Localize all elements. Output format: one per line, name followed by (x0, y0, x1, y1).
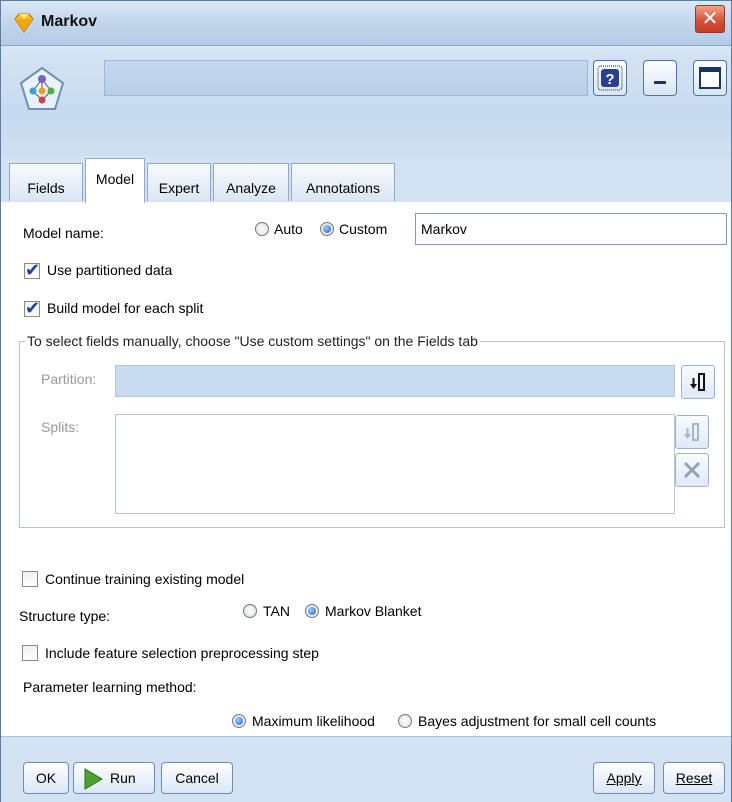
partition-label: Partition: (41, 371, 97, 387)
tab-annotations[interactable]: Annotations (291, 163, 395, 201)
field-picker-icon (690, 373, 705, 391)
maximum-likelihood-label: Maximum likelihood (252, 713, 375, 729)
field-selection-group-title: To select fields manually, choose "Use c… (25, 333, 480, 349)
use-partitioned-checkbox[interactable] (24, 260, 40, 281)
bayes-adjustment-label: Bayes adjustment for small cell counts (418, 713, 657, 729)
markov-blanket-label: Markov Blanket (325, 603, 422, 619)
splits-remove-button[interactable] (675, 453, 709, 487)
run-button-label: Run (110, 770, 136, 786)
maximize-icon (699, 67, 721, 89)
ok-button[interactable]: OK (23, 762, 69, 794)
partition-field[interactable] (115, 365, 675, 397)
tab-expert[interactable]: Expert (147, 163, 211, 201)
bayes-adjustment-radio[interactable] (398, 714, 412, 728)
model-name-input[interactable]: Markov (415, 213, 727, 245)
close-icon[interactable]: ✕ (695, 5, 725, 33)
auto-radio[interactable] (255, 222, 269, 236)
reset-button[interactable]: Reset (663, 762, 725, 794)
splits-label: Splits: (41, 419, 80, 435)
cancel-button[interactable]: Cancel (161, 762, 233, 794)
structure-type-label: Structure type: (19, 608, 111, 624)
tab-model[interactable]: Model (85, 158, 145, 203)
minimize-icon (654, 81, 666, 84)
splits-list[interactable] (115, 414, 675, 514)
help-button[interactable]: ? (593, 60, 627, 96)
node-name-bar (104, 60, 588, 96)
remove-x-icon (683, 461, 701, 479)
bayesian-network-icon (19, 66, 65, 110)
custom-radio[interactable] (320, 222, 334, 236)
use-partitioned-label: Use partitioned data (47, 262, 173, 278)
tan-radio[interactable] (243, 604, 257, 618)
field-picker-icon (684, 423, 699, 441)
partition-select-button[interactable] (681, 365, 715, 399)
parameter-learning-label: Parameter learning method: (23, 679, 197, 695)
auto-radio-label: Auto (274, 221, 303, 237)
splits-select-button[interactable] (675, 415, 709, 449)
continue-training-checkbox[interactable] (22, 571, 38, 587)
window-title: Markov (41, 13, 98, 30)
tan-radio-label: TAN (263, 603, 290, 619)
gem-icon (14, 13, 34, 33)
svg-text:?: ? (605, 71, 614, 88)
title-bar[interactable]: Markov ✕ (1, 1, 731, 46)
continue-training-label: Continue training existing model (45, 571, 245, 587)
maximum-likelihood-radio[interactable] (232, 714, 246, 728)
run-button[interactable]: Run (73, 762, 155, 794)
markov-blanket-radio[interactable] (305, 604, 319, 618)
play-icon (84, 768, 103, 790)
tab-fields[interactable]: Fields (9, 163, 83, 201)
build-each-split-label: Build model for each split (47, 300, 204, 316)
apply-button[interactable]: Apply (593, 762, 655, 794)
markov-dialog: Markov ✕ ? Fields Model Expert Analyze A… (0, 0, 732, 802)
question-icon: ? (597, 65, 623, 91)
feature-selection-label: Include feature selection preprocessing … (45, 645, 319, 661)
maximize-button[interactable] (693, 60, 727, 96)
feature-selection-checkbox[interactable] (22, 645, 38, 661)
custom-radio-label: Custom (339, 221, 388, 237)
build-each-split-checkbox[interactable] (24, 298, 40, 319)
tab-analyze[interactable]: Analyze (213, 163, 289, 201)
model-name-label: Model name: (23, 225, 104, 241)
minimize-button[interactable] (643, 60, 677, 96)
